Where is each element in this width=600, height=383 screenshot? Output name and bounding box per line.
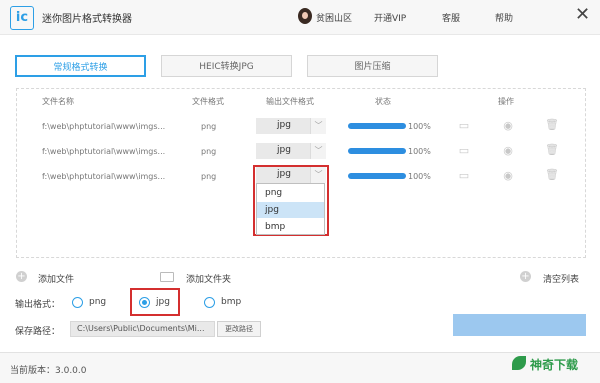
status-bar <box>0 352 600 383</box>
radio-jpg[interactable] <box>139 297 150 308</box>
save-path-label: 保存路径： <box>15 327 61 337</box>
user-avatar[interactable] <box>298 8 312 24</box>
change-path-button[interactable]: 更改路径 <box>217 321 261 337</box>
save-path-field[interactable]: C:\Users\Public\Documents\Mi... <box>70 321 215 337</box>
dropdown-option-jpg[interactable]: jpg <box>257 202 324 218</box>
row-3-progress-bar <box>348 173 406 179</box>
output-format-label: 输出格式： <box>15 300 61 310</box>
row-1-output-value: jpg <box>277 120 291 130</box>
header-file-name: 文件名称 <box>42 97 74 106</box>
row-1-file-name: f:\web\phptutorial\www\imgs... <box>42 122 166 131</box>
row-2-output-value: jpg <box>277 145 291 155</box>
version-text: 当前版本：3.0.0.0 <box>10 366 87 376</box>
app-title: 迷你图片格式转换器 <box>42 14 132 25</box>
row-2-progress-bar <box>348 148 406 154</box>
preview-eye-icon[interactable]: ◉ <box>502 170 514 182</box>
tab-format-convert[interactable]: 常规格式转换 <box>15 55 146 77</box>
row-1-output-select[interactable]: jpg ﹀ <box>256 118 326 134</box>
row-1-status: 100% <box>408 122 431 131</box>
add-icon[interactable]: + <box>520 271 531 282</box>
chevron-down-icon: ﹀ <box>310 118 326 134</box>
header-status: 状态 <box>375 97 391 106</box>
header-output-format: 输出文件格式 <box>266 97 314 106</box>
row-3-file-name: f:\web\phptutorial\www\imgs... <box>42 172 166 181</box>
row-2-file-format: png <box>201 147 217 156</box>
row-2-file-name: f:\web\phptutorial\www\imgs... <box>42 147 166 156</box>
row-2-output-select[interactable]: jpg ﹀ <box>256 143 326 159</box>
folder-icon[interactable]: ▭ <box>458 170 470 182</box>
dropdown-option-bmp[interactable]: bmp <box>257 219 324 235</box>
radio-bmp-label[interactable]: bmp <box>221 297 241 307</box>
help-link[interactable]: 帮助 <box>495 11 513 24</box>
vip-link[interactable]: 开通VIP <box>374 11 406 24</box>
output-format-dropdown[interactable]: png jpg bmp <box>256 183 325 235</box>
radio-bmp[interactable] <box>204 297 215 308</box>
delete-trash-icon[interactable]: 🗑 <box>545 169 559 181</box>
close-icon[interactable]: ✕ <box>575 4 590 25</box>
row-2-status: 100% <box>408 147 431 156</box>
radio-png[interactable] <box>72 297 83 308</box>
chevron-down-icon: ﹀ <box>310 143 326 159</box>
tab-heic-to-jpg[interactable]: HEIC转换JPG <box>161 55 292 77</box>
app-logo: ic <box>10 6 34 30</box>
row-3-status: 100% <box>408 172 431 181</box>
delete-trash-icon[interactable]: 🗑 <box>545 119 559 131</box>
row-1-progress-bar <box>348 123 406 129</box>
preview-eye-icon[interactable]: ◉ <box>502 145 514 157</box>
header-file-format: 文件格式 <box>192 97 224 106</box>
service-link[interactable]: 客服 <box>442 11 460 24</box>
dropdown-option-png[interactable]: png <box>257 185 324 201</box>
radio-png-label[interactable]: png <box>89 297 106 307</box>
preview-eye-icon[interactable]: ◉ <box>502 120 514 132</box>
folder-icon[interactable]: ▭ <box>458 145 470 157</box>
folder-icon[interactable] <box>160 272 174 282</box>
radio-jpg-label[interactable]: jpg <box>156 297 170 307</box>
tab-image-compress[interactable]: 图片压缩 <box>307 55 438 77</box>
start-convert-button[interactable] <box>453 314 586 336</box>
clear-list-button[interactable]: 清空列表 <box>543 272 579 285</box>
row-3-file-format: png <box>201 172 217 181</box>
row-1-file-format: png <box>201 122 217 131</box>
delete-trash-icon[interactable]: 🗑 <box>545 144 559 156</box>
header-actions: 操作 <box>498 97 514 106</box>
watermark-text: 神奇下载 <box>530 358 579 372</box>
add-file-button[interactable]: 添加文件 <box>38 272 74 285</box>
user-name[interactable]: 贫困山区 <box>316 11 352 24</box>
folder-icon[interactable]: ▭ <box>458 120 470 132</box>
add-icon[interactable]: + <box>16 271 27 282</box>
highlight-box <box>130 288 180 316</box>
add-folder-button[interactable]: 添加文件夹 <box>186 272 231 285</box>
